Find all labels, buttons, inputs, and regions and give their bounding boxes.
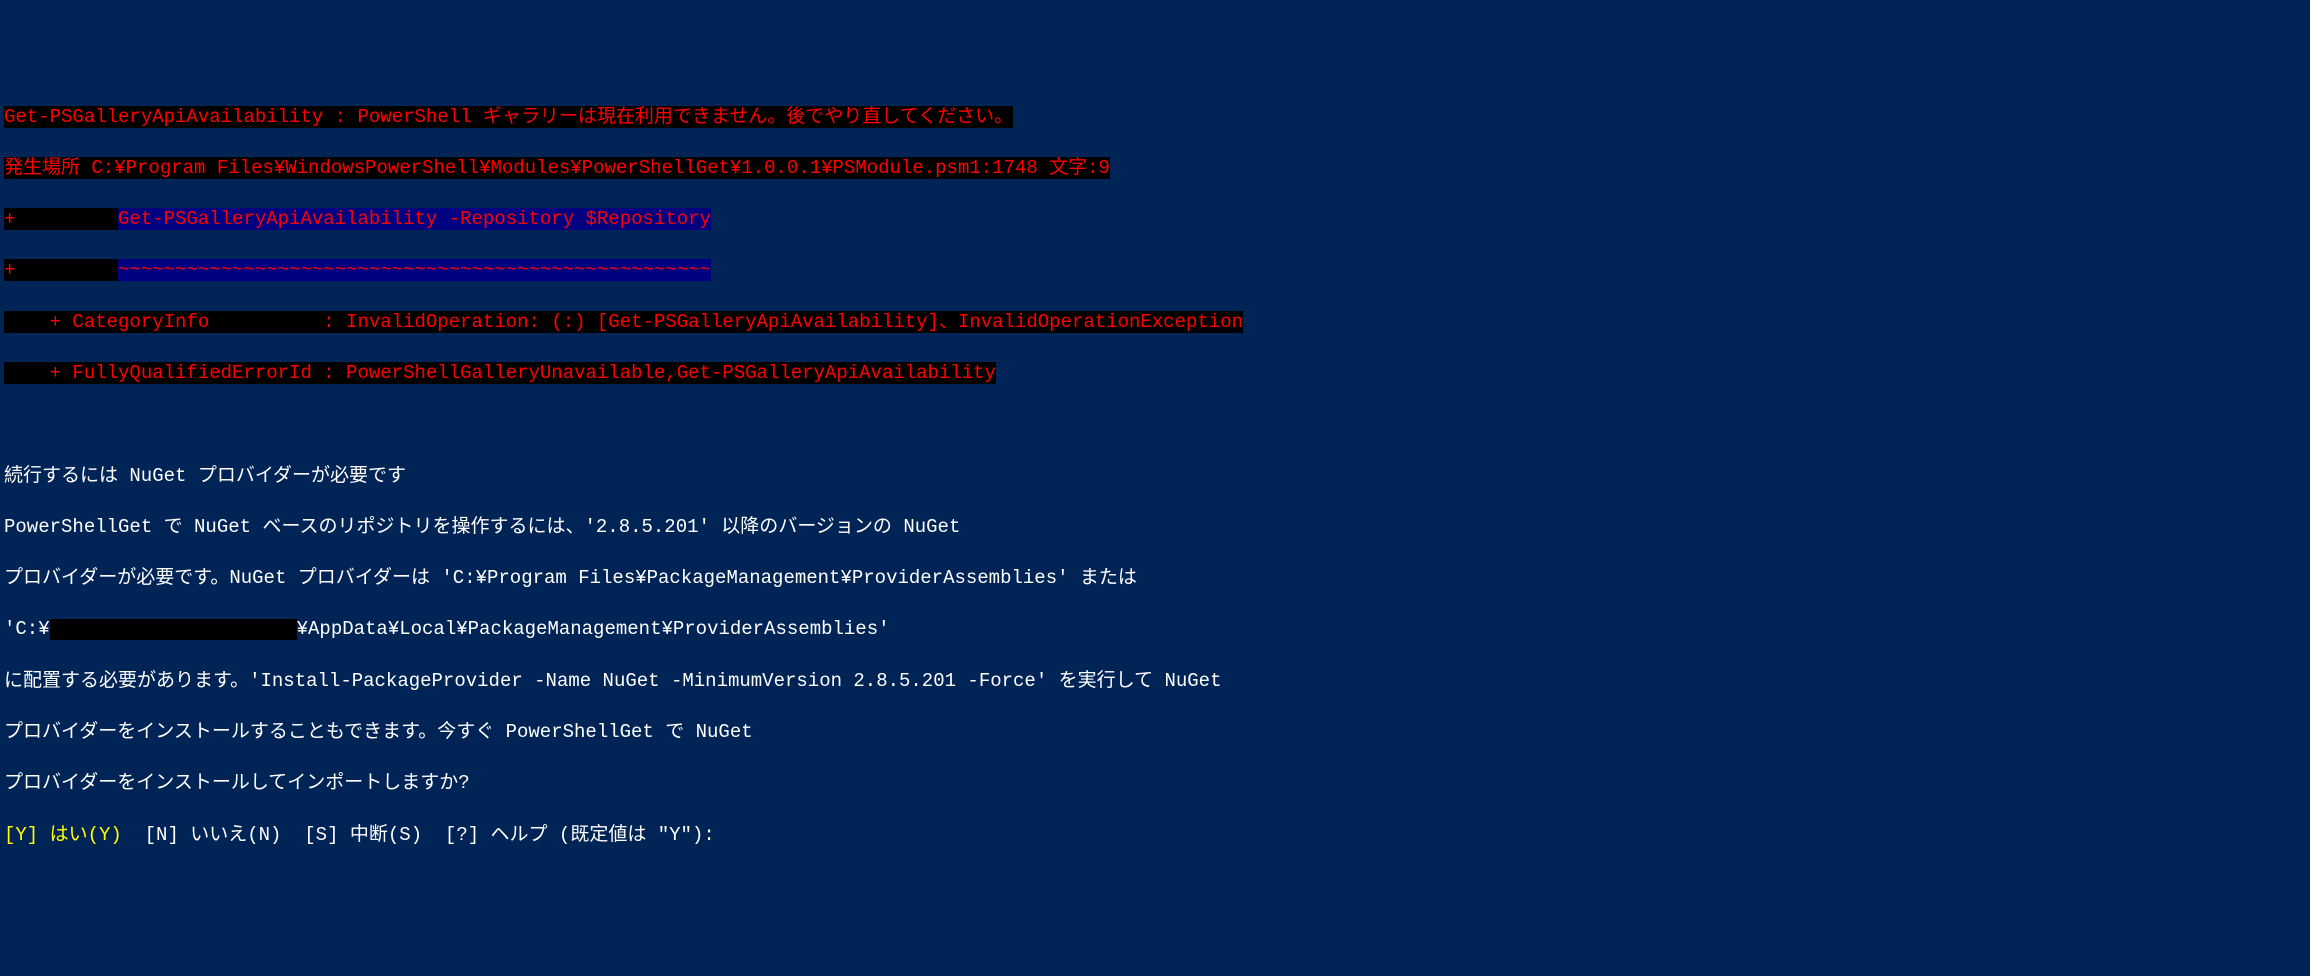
redacted-username [50,619,297,640]
nuget-info-line3: 'C:¥ ¥AppData¥Local¥PackageManagement¥Pro… [4,617,2306,643]
nuget-title: 続行するには NuGet プロバイダーが必要です [4,464,2306,490]
nuget-info-line2: プロバイダーが必要です。NuGet プロバイダーは 'C:¥Program Fi… [4,566,2306,592]
option-help-default[interactable]: [?] ヘルプ (既定値は "Y"): [445,824,726,846]
nuget-info-line4: に配置する必要があります。'Install-PackageProvider -N… [4,669,2306,695]
path-prefix: 'C:¥ [4,618,50,640]
error-category-info: + CategoryInfo : InvalidOperation: (:) [… [4,311,1243,333]
error-message-line1: Get-PSGalleryApiAvailability : PowerShel… [4,106,1013,128]
option-yes[interactable]: [Y] はい(Y) [4,824,122,846]
error-code-prefix: + [4,208,118,230]
error-code-command: Get-PSGalleryApiAvailability -Repository… [118,208,711,230]
error-underline-prefix: + [4,259,118,281]
error-location: 発生場所 C:¥Program Files¥WindowsPowerShell¥… [4,157,1110,179]
option-no[interactable]: [N] いいえ(N) [145,824,282,846]
error-qualified-id: + FullyQualifiedErrorId : PowerShellGall… [4,362,996,384]
nuget-info-line1: PowerShellGet で NuGet ベースのリポジトリを操作するには、'… [4,515,2306,541]
error-underline: ~~~~~~~~~~~~~~~~~~~~~~~~~~~~~~~~~~~~~~~~… [118,259,711,281]
confirm-prompt[interactable]: [Y] はい(Y) [N] いいえ(N) [S] 中断(S) [?] ヘルプ (… [4,823,2306,849]
nuget-info-line5: プロバイダーをインストールすることもできます。今すぐ PowerShellGet… [4,720,2306,746]
option-suspend[interactable]: [S] 中断(S) [304,824,422,846]
path-suffix: ¥AppData¥Local¥PackageManagement¥Provide… [297,618,890,640]
nuget-info-line6: プロバイダーをインストールしてインポートしますか? [4,771,2306,797]
